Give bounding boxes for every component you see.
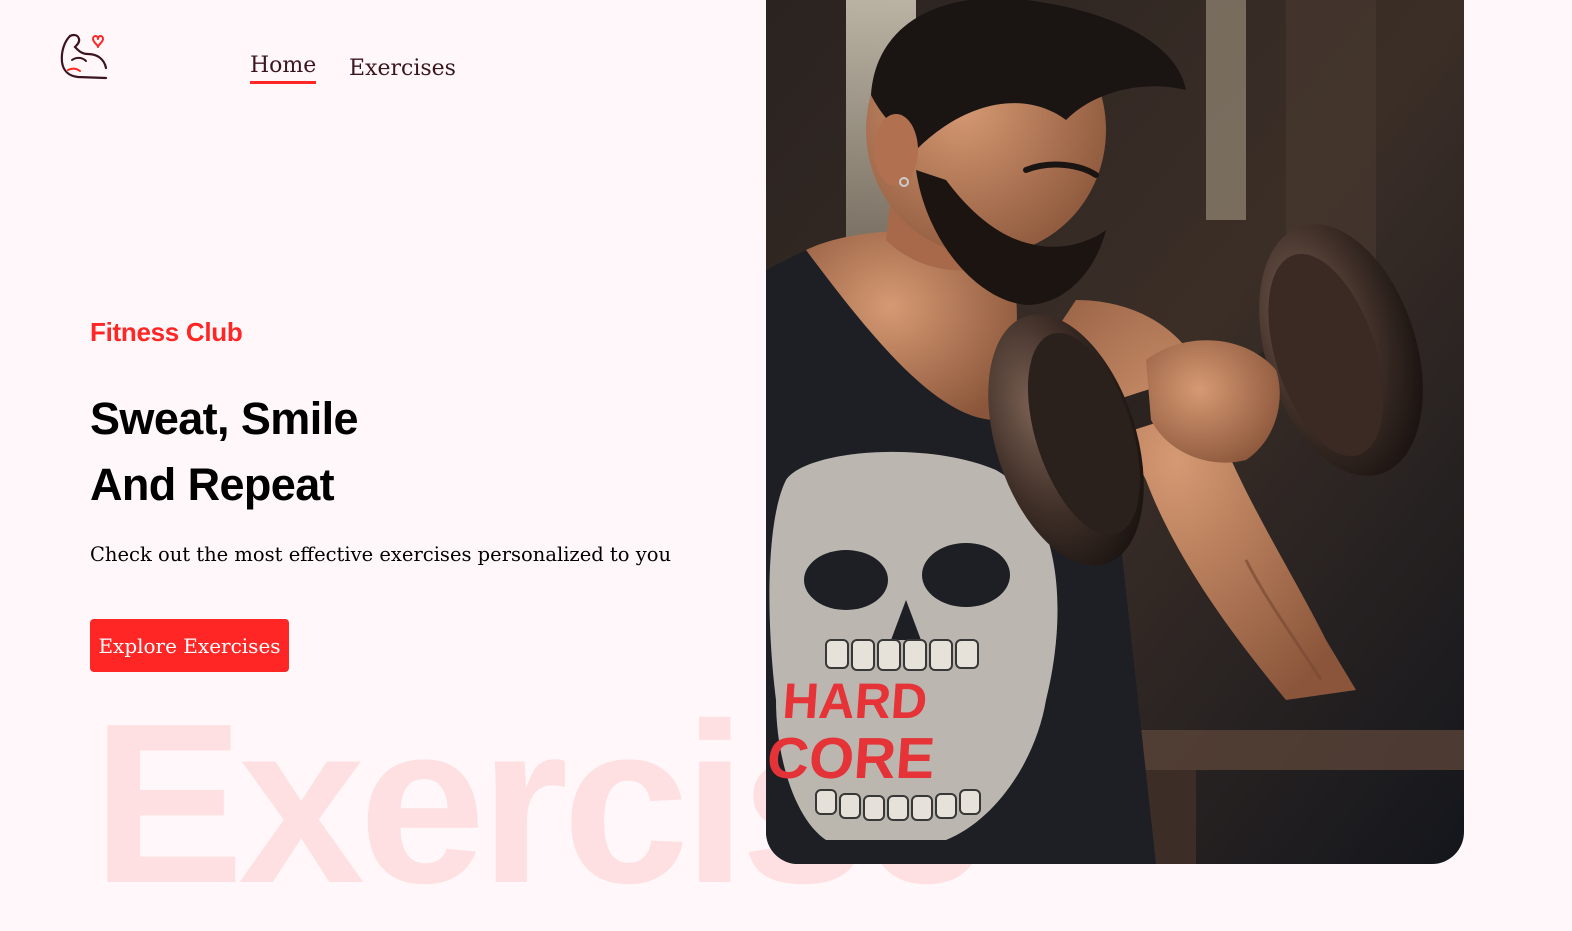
logo[interactable] (58, 30, 110, 82)
hero-headline: Sweat, Smile And Repeat (90, 386, 359, 518)
gym-athlete-illustration: HARD CORE (766, 0, 1464, 864)
nav-link-home[interactable]: Home (250, 53, 317, 84)
hero-headline-line-2: And Repeat (90, 459, 335, 510)
shirt-print-line-2: CORE (766, 726, 937, 791)
hero-image: HARD CORE (766, 0, 1464, 864)
shirt-print-line-1: HARD (781, 673, 929, 729)
nav-link-exercises[interactable]: Exercises (349, 56, 456, 81)
hero-eyebrow: Fitness Club (90, 317, 243, 347)
hero-subtitle: Check out the most effective exercises p… (90, 543, 672, 566)
hero-headline-line-1: Sweat, Smile (90, 393, 359, 444)
explore-exercises-button[interactable]: Explore Exercises (90, 619, 289, 672)
flexed-bicep-heart-icon (60, 33, 108, 80)
